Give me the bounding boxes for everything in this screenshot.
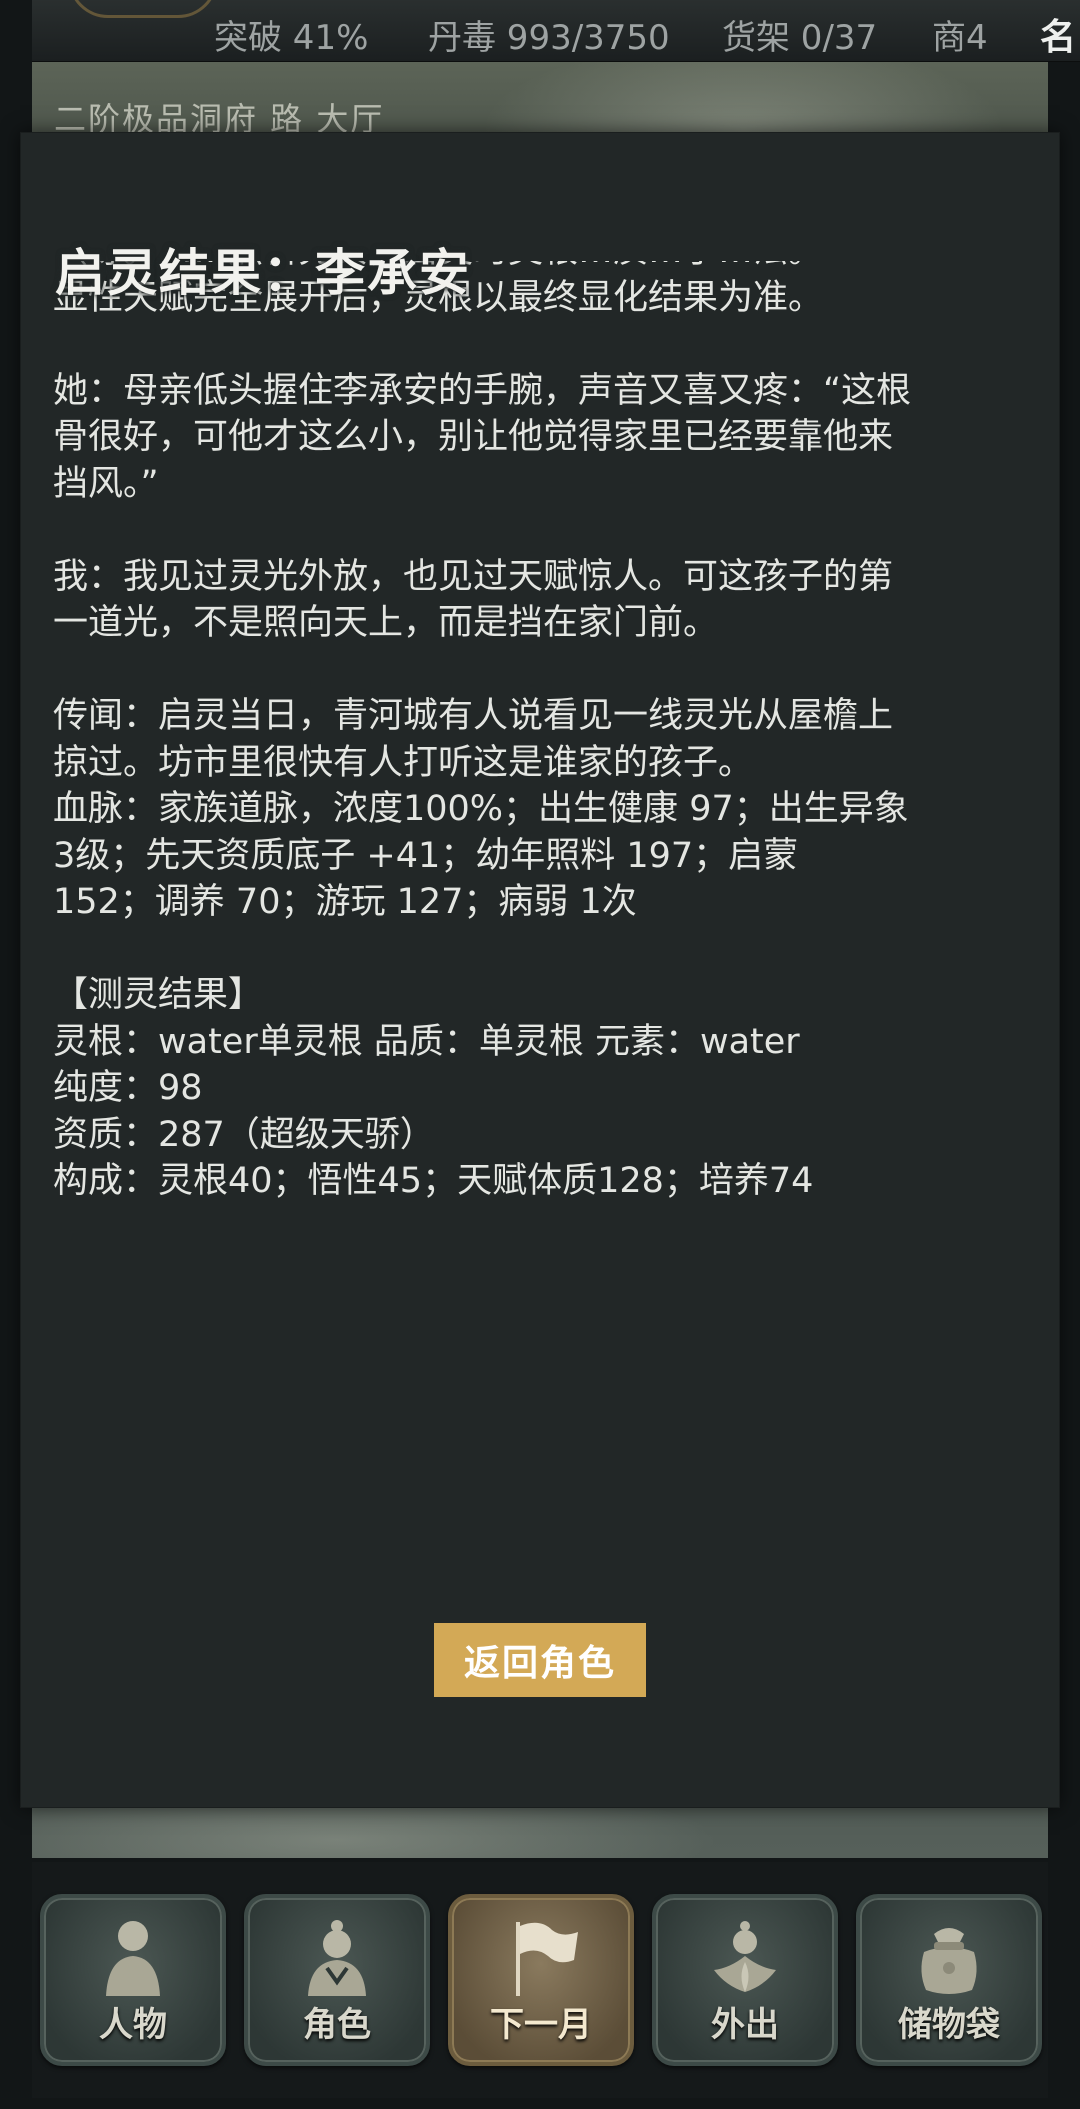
modal-title: 启灵结果：李承安 (55, 244, 471, 302)
nav-go-out-button[interactable]: 外出 (652, 1894, 838, 2066)
result-text-line: 资质：287（超级天骄） (53, 1114, 435, 1155)
awakening-result-modal: 启灵结果：李承安 （等。……照料充实，启灵时灵根…质…了…法。显性天赋完全展开后… (20, 132, 1060, 1808)
result-text: （等。……照料充实，启灵时灵根…质…了…法。显性天赋完全展开后，灵根以最终显化结… (53, 261, 1043, 1205)
result-text-line: 灵根：water单灵根 品质：单灵根 元素：water (53, 1021, 800, 1062)
breakthrough-stat: 突破 41% (214, 18, 369, 58)
result-text-line: 152；调养 70；游玩 127；病弱 1次 (53, 882, 637, 922)
ornament-frame (68, 0, 218, 18)
nav-next-month-button[interactable]: 下一月 (448, 1894, 634, 2066)
return-to-character-button[interactable]: 返回角色 (434, 1623, 646, 1697)
nav-label: 外出 (711, 2005, 779, 2045)
nav-person-button[interactable]: 人物 (40, 1894, 226, 2066)
result-text-line: 她：母亲低头握住李承安的手腕，声音又喜又疼：“这根 (53, 370, 912, 411)
pill-poison-stat: 丹毒 993/3750 (428, 18, 670, 58)
status-bar: 突破 41% 丹毒 993/3750 货架 0/37 商4 (32, 0, 1080, 62)
bottom-navigation: 人物 角色 下一月 外出 储物袋 (32, 1862, 1048, 2098)
nav-label: 人物 (99, 2005, 167, 2045)
result-text-line: 纯度：98 (53, 1068, 203, 1108)
nav-label: 储物袋 (898, 2005, 1000, 2045)
result-text-line: 骨很好，可他才这么小，别让他觉得家里已经要靠他来 (53, 417, 894, 457)
app-root: 二阶极品洞府 路 大厅 突破 41% 丹毒 993/3750 货架 0/37 商… (0, 0, 1080, 2109)
nav-label: 角色 (303, 2005, 371, 2045)
result-text-line: 一道光，不是照向天上，而是挡在家门前。 (53, 603, 719, 643)
nav-storage-bag-button[interactable]: 储物袋 (856, 1894, 1042, 2066)
result-text-line: 掠过。坊市里很快有人打听这是谁家的孩子。 (53, 742, 754, 783)
person-icon (106, 1921, 160, 1996)
result-scroll-area[interactable]: （等。……照料充实，启灵时灵根…质…了…法。显性天赋完全展开后，灵根以最终显化结… (53, 261, 1043, 1361)
flag-icon (516, 1922, 578, 1996)
nav-character-button[interactable]: 角色 (244, 1894, 430, 2066)
storage-bag-icon (921, 1928, 977, 1994)
result-text-line: 挡风。” (53, 463, 159, 504)
shelf-stat: 货架 0/37 (722, 18, 878, 58)
nav-label: 下一月 (490, 2005, 592, 2045)
result-text-line: 我：我见过灵光外放，也见过天赋惊人。可这孩子的第 (53, 556, 894, 597)
result-text-line: 3级；先天资质底子 +41；幼年照料 197；启蒙 (53, 835, 799, 876)
result-text-line: 传闻：启灵当日，青河城有人说看见一线灵光从屋檐上 (53, 696, 894, 736)
result-text-line: 构成：灵根40；悟性45；天赋体质128；培养74 (53, 1161, 814, 1201)
lotus-figure-icon (714, 1921, 776, 1992)
character-icon (308, 1920, 366, 1996)
merchant-stat: 商4 (932, 18, 988, 58)
result-text-line: 血脉：家族道脉，浓度100%；出生健康 97；出生异象 (53, 789, 909, 829)
result-text-line: 【测灵结果】 (53, 975, 264, 1015)
character-name-truncated: 名 (1040, 17, 1077, 58)
